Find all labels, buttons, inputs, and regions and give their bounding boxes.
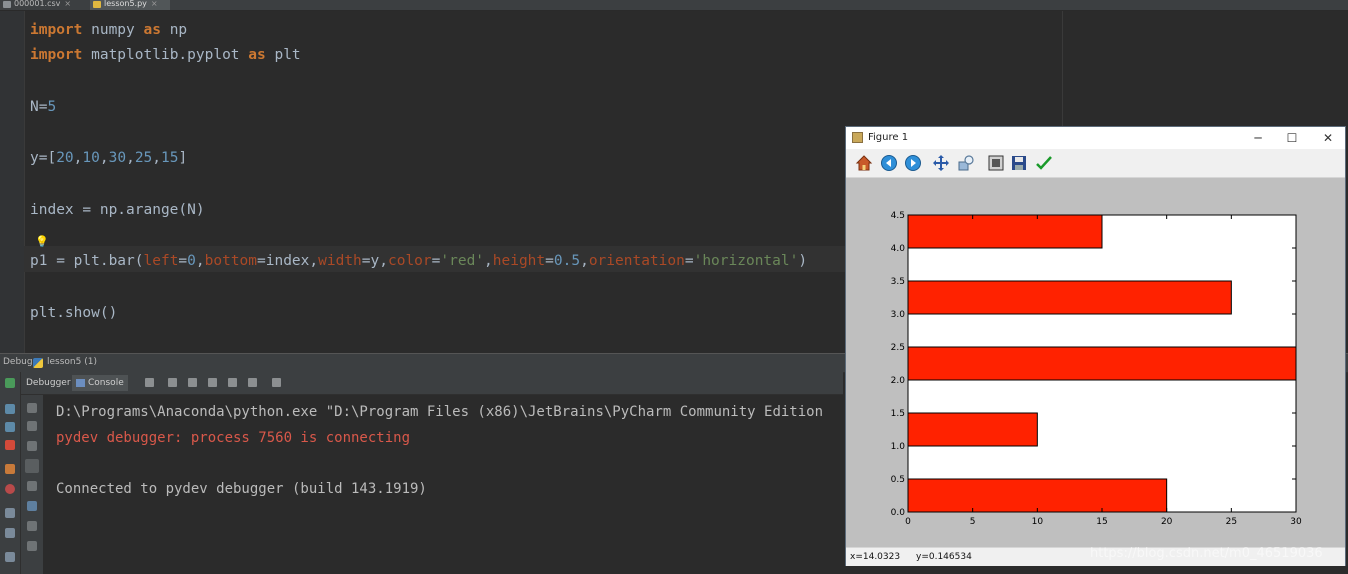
figure-title: Figure 1 [868, 132, 909, 143]
editor-gutter [0, 11, 25, 353]
debug-config-name[interactable]: lesson5 (1) [47, 357, 97, 367]
print-icon[interactable] [27, 481, 37, 491]
console-line-connected: Connected to pydev debugger (build 143.1… [56, 481, 427, 497]
tab-000001-csv[interactable]: 000001.csv × [0, 0, 84, 10]
editor-tab-bar: 000001.csv × lesson5.py × [0, 0, 1348, 11]
close-icon[interactable]: × [151, 0, 158, 8]
debug-side-toolbar [0, 372, 21, 574]
python-file-icon [93, 1, 101, 8]
clear-all-icon[interactable] [27, 501, 37, 511]
code-line-2: import matplotlib.pyplot as plt [30, 47, 301, 63]
show-execution-point-icon[interactable] [145, 378, 154, 387]
up-arrow-icon[interactable] [27, 403, 37, 413]
configure-subplots-icon[interactable] [987, 154, 1005, 172]
y-tick-label-9: 4.5 [891, 211, 905, 221]
mute-breakpoints-icon[interactable] [5, 484, 15, 494]
y-tick-label-1: 0.5 [891, 475, 905, 485]
x-tick-label-4: 20 [1161, 517, 1173, 527]
bar-1 [907, 412, 1038, 447]
rerun-icon[interactable] [5, 378, 15, 388]
y-tick-label-3: 1.5 [891, 409, 905, 419]
x-tick-label-2: 10 [1032, 517, 1044, 527]
zoom-icon[interactable] [957, 154, 975, 172]
y-tick-label-8: 4.0 [891, 244, 906, 254]
file-icon [3, 1, 11, 8]
figure-toolbar [846, 149, 1345, 178]
forward-icon[interactable] [904, 154, 922, 172]
y-tick-label-4: 2.0 [891, 376, 906, 386]
x-tick-label-3: 15 [1096, 517, 1107, 527]
bar-2 [907, 346, 1297, 381]
down-arrow-icon[interactable] [27, 421, 37, 431]
code-line-8: index = np.arange(N) [30, 202, 205, 218]
pause-icon[interactable] [5, 422, 15, 432]
y-tick-label-6: 3.0 [891, 310, 906, 320]
step-into-my-code-icon[interactable] [208, 378, 217, 387]
console-line-connecting: pydev debugger: process 7560 is connecti… [56, 430, 411, 446]
figure-canvas[interactable]: 0 5 10 15 20 25 30 0.0 0.5 1.0 1.5 2.0 2.5 3.0 3.5 4.0 4… [846, 178, 1345, 547]
tab-label: lesson5.py [104, 0, 147, 8]
debug-toolbar: Debugger Console [0, 372, 843, 395]
lightbulb-icon[interactable]: 💡 [35, 235, 49, 248]
bar-0 [907, 478, 1168, 513]
run-to-cursor-icon[interactable] [248, 378, 257, 387]
code-line-12: plt.show() [30, 305, 118, 321]
bar-chart[interactable]: 0 5 10 15 20 25 30 0.0 0.5 1.0 1.5 2.0 2.5 3.0 3.5 4.0 4… [846, 178, 1345, 547]
bar-4 [907, 214, 1103, 249]
show-variables-icon[interactable] [27, 521, 37, 531]
maximize-button[interactable]: ☐ [1284, 130, 1300, 146]
edit-axis-icon[interactable] [1035, 154, 1053, 172]
cursor-y-readout: y=0.146534 [916, 552, 972, 562]
figure-window: Figure 1 ─ ☐ ✕ 0 5 10 15 20 25 30 0.0 0.5 1.0 1.5 2… [845, 126, 1346, 566]
restore-layout-icon[interactable] [5, 508, 15, 518]
x-tick-label-6: 30 [1290, 517, 1302, 527]
x-tick-label-5: 25 [1226, 517, 1237, 527]
matplotlib-window-icon [852, 132, 863, 143]
code-line-4: N=5 [30, 99, 57, 115]
scroll-to-end-icon[interactable] [25, 459, 39, 473]
console-side-toolbar [21, 395, 44, 574]
step-out-icon[interactable] [228, 378, 237, 387]
code-line-10: p1 = plt.bar(left=0,bottom=index,width=y… [30, 253, 808, 269]
bar-3 [907, 280, 1232, 315]
back-icon[interactable] [880, 154, 898, 172]
python-icon [33, 358, 43, 368]
x-tick-label-1: 5 [970, 517, 976, 527]
tab-console[interactable]: Console [72, 375, 128, 391]
evaluate-icon[interactable] [272, 378, 281, 387]
y-tick-label-5: 2.5 [891, 343, 905, 353]
tab-label: 000001.csv [14, 0, 61, 8]
close-button[interactable]: ✕ [1320, 130, 1336, 146]
x-tick-label-0: 0 [905, 517, 911, 527]
resume-icon[interactable] [5, 404, 15, 414]
watermark-text: https://blog.csdn.net/m0_46519036 [1090, 546, 1323, 561]
minimize-button[interactable]: ─ [1250, 130, 1266, 146]
debug-title: Debug [3, 357, 33, 367]
y-tick-label-0: 0.0 [891, 508, 906, 518]
home-icon[interactable] [855, 154, 873, 172]
y-tick-label-7: 3.5 [891, 277, 905, 287]
code-line-1: import numpy as np [30, 22, 188, 38]
y-tick-label-2: 1.0 [891, 442, 906, 452]
step-into-icon[interactable] [188, 378, 197, 387]
console-line-command: D:\Programs\Anaconda\python.exe "D:\Prog… [56, 404, 824, 420]
pin-icon[interactable] [5, 552, 15, 562]
console-settings-icon[interactable] [27, 541, 37, 551]
close-icon[interactable]: × [64, 0, 71, 8]
pan-icon[interactable] [932, 154, 950, 172]
tab-debugger[interactable]: Debugger [22, 375, 75, 391]
tab-console-label: Console [88, 378, 124, 388]
step-over-icon[interactable] [168, 378, 177, 387]
tab-lesson5-py[interactable]: lesson5.py × [90, 0, 170, 10]
view-breakpoints-icon[interactable] [5, 464, 15, 474]
code-line-6: y=[20,10,30,25,15] [30, 150, 188, 166]
soft-wrap-icon[interactable] [27, 441, 37, 451]
cursor-x-readout: x=14.0323 [850, 552, 901, 562]
settings-icon[interactable] [5, 528, 15, 538]
console-icon [76, 379, 85, 387]
save-icon[interactable] [1010, 154, 1028, 172]
stop-icon[interactable] [5, 440, 15, 450]
figure-title-bar: Figure 1 ─ ☐ ✕ [846, 127, 1345, 149]
